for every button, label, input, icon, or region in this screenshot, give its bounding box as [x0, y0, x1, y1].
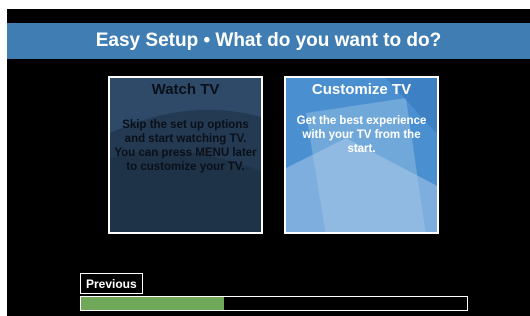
page-title: Easy Setup • What do you want to do?: [95, 30, 442, 51]
watch-tv-option[interactable]: Watch TV Skip the set up options and sta…: [108, 76, 263, 234]
previous-button[interactable]: Previous: [80, 273, 143, 294]
tile-background-graphic: [286, 78, 437, 232]
progress-fill: [81, 297, 224, 310]
setup-progress-bar: [80, 296, 468, 311]
customize-tv-description: Get the best experience with your TV fro…: [296, 115, 427, 155]
title-bar: Easy Setup • What do you want to do?: [7, 23, 530, 59]
setup-screen: Easy Setup • What do you want to do? Wat…: [7, 9, 530, 316]
previous-button-label: Previous: [86, 276, 137, 291]
watch-tv-description: Skip the set up options and start watchi…: [114, 119, 257, 173]
customize-tv-title: Customize TV: [311, 81, 412, 98]
watch-tv-title: Watch TV: [151, 81, 220, 98]
customize-tv-option[interactable]: Customize TV Get the best experience wit…: [284, 76, 439, 234]
